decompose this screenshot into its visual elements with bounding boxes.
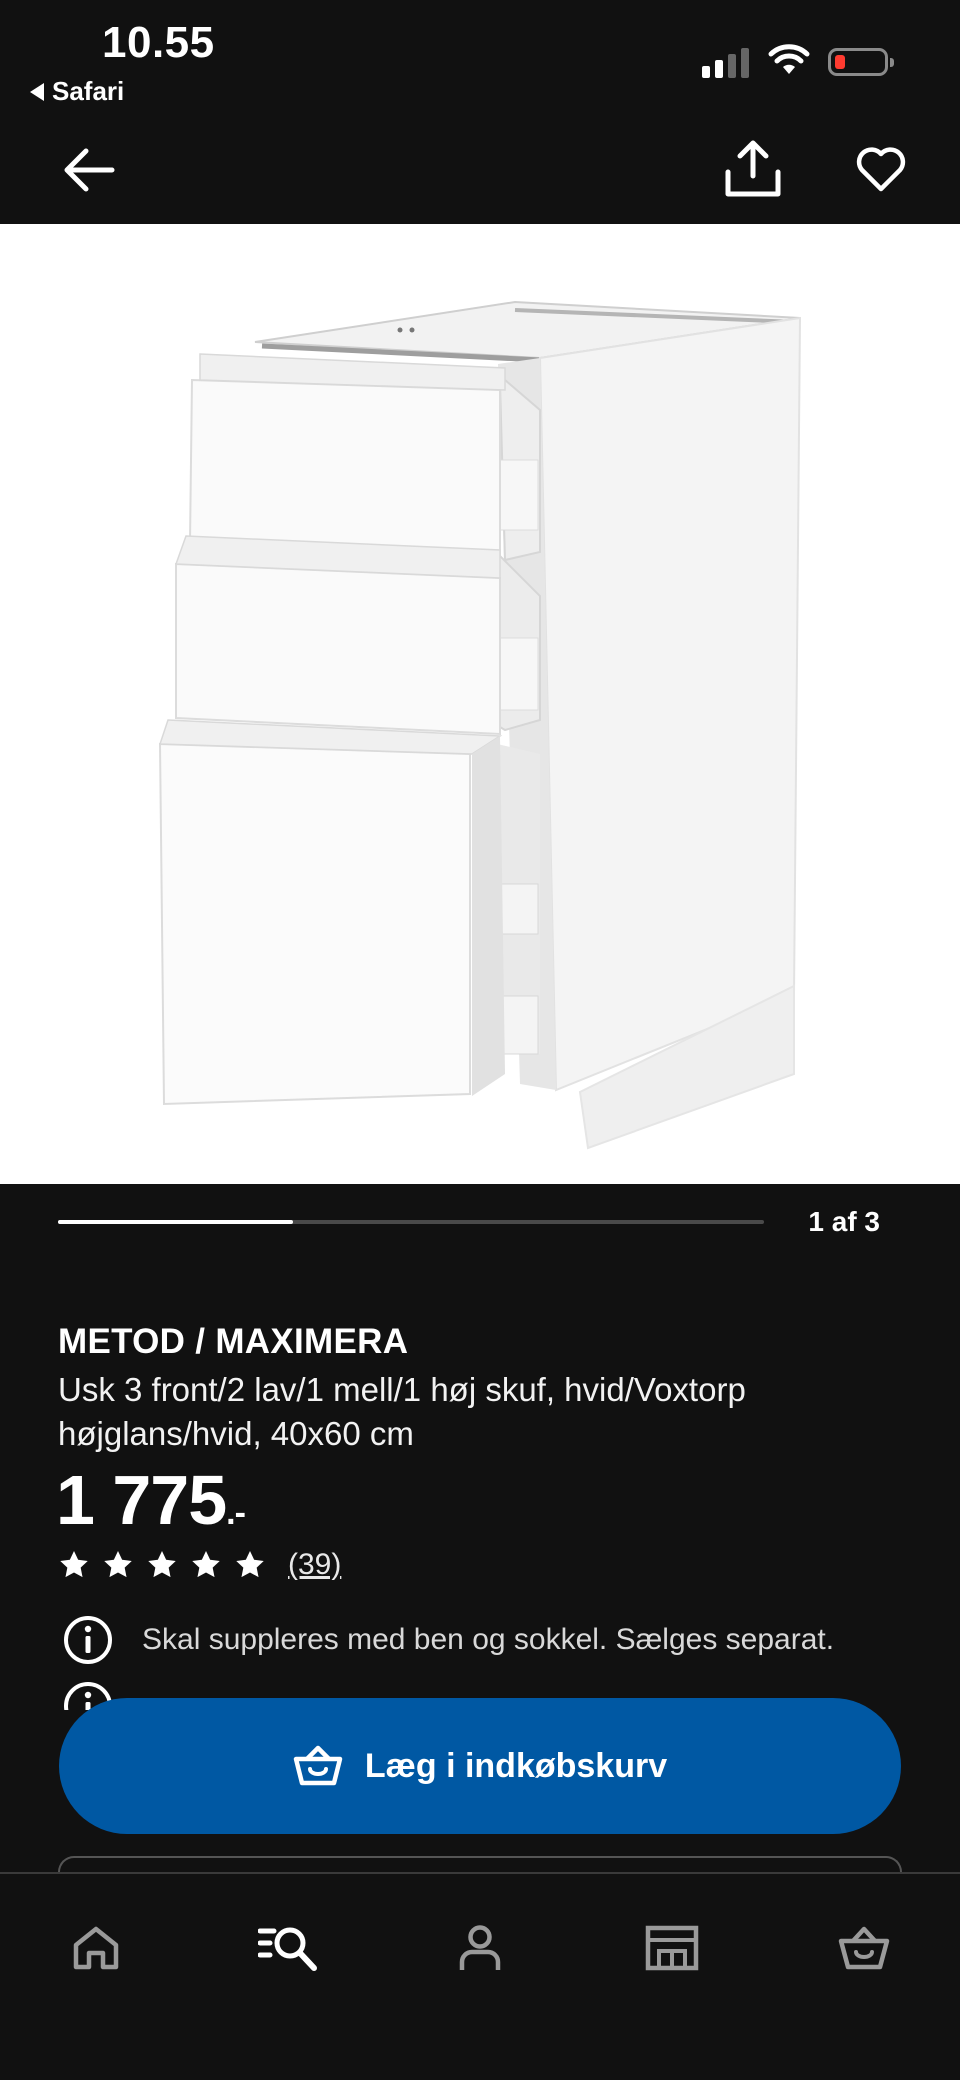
basket-icon — [293, 1745, 343, 1786]
star-icon — [148, 1551, 176, 1578]
product-image[interactable] — [0, 224, 960, 1184]
product-rating[interactable]: (39) — [58, 1548, 341, 1582]
star-icon — [104, 1551, 132, 1578]
share-icon[interactable] — [722, 138, 784, 200]
heart-icon[interactable] — [856, 144, 906, 194]
product-description: Usk 3 front/2 lav/1 mell/1 høj skuf, hvi… — [58, 1371, 746, 1452]
back-app-label: Safari — [52, 76, 125, 106]
tab-stores[interactable] — [640, 1916, 704, 1980]
tab-home[interactable] — [64, 1916, 128, 1980]
search-list-icon — [258, 1927, 317, 1971]
tab-cart[interactable] — [832, 1916, 896, 1980]
home-icon — [73, 1926, 119, 1970]
price-suffix: .- — [226, 1494, 246, 1532]
top-navigation — [0, 110, 960, 224]
review-count-link[interactable]: (39) — [288, 1548, 341, 1582]
store-icon — [645, 1925, 699, 1971]
gallery-counter: 1 af 3 — [808, 1206, 880, 1237]
price-integer: 1 775 — [56, 1461, 227, 1539]
back-to-safari-link[interactable]: Safari — [30, 76, 124, 107]
wifi-icon — [768, 44, 810, 74]
bottom-tab-bar — [0, 1872, 960, 2080]
product-price: 1 775.- — [56, 1460, 246, 1540]
star-icon — [60, 1551, 88, 1578]
add-to-cart-label: Læg i indkøbskurv — [364, 1746, 668, 1785]
tab-search[interactable] — [256, 1916, 320, 1980]
cellular-signal-icon — [702, 48, 749, 78]
product-name: METOD / MAXIMERA — [58, 1322, 409, 1361]
user-icon — [459, 1925, 501, 1970]
status-bar: 10.55 Safari — [0, 0, 960, 110]
star-icon — [192, 1551, 220, 1578]
back-triangle-icon — [30, 82, 44, 101]
add-to-cart-button[interactable]: Læg i indkøbskurv — [59, 1698, 901, 1834]
gallery-progress-fill — [58, 1220, 294, 1224]
product-notice: Skal suppleres med ben og sokkel. Sælges… — [62, 1614, 834, 1666]
status-time: 10.55 — [102, 18, 215, 67]
battery-icon — [828, 48, 894, 76]
gallery-progress-track — [58, 1220, 764, 1224]
info-icon — [64, 1616, 112, 1664]
notice-text: Skal suppleres med ben og sokkel. Sælges… — [142, 1623, 835, 1656]
tab-profile[interactable] — [448, 1916, 512, 1980]
arrow-left-icon[interactable] — [62, 146, 116, 194]
star-icon — [236, 1551, 264, 1578]
basket-icon — [838, 1926, 890, 1970]
